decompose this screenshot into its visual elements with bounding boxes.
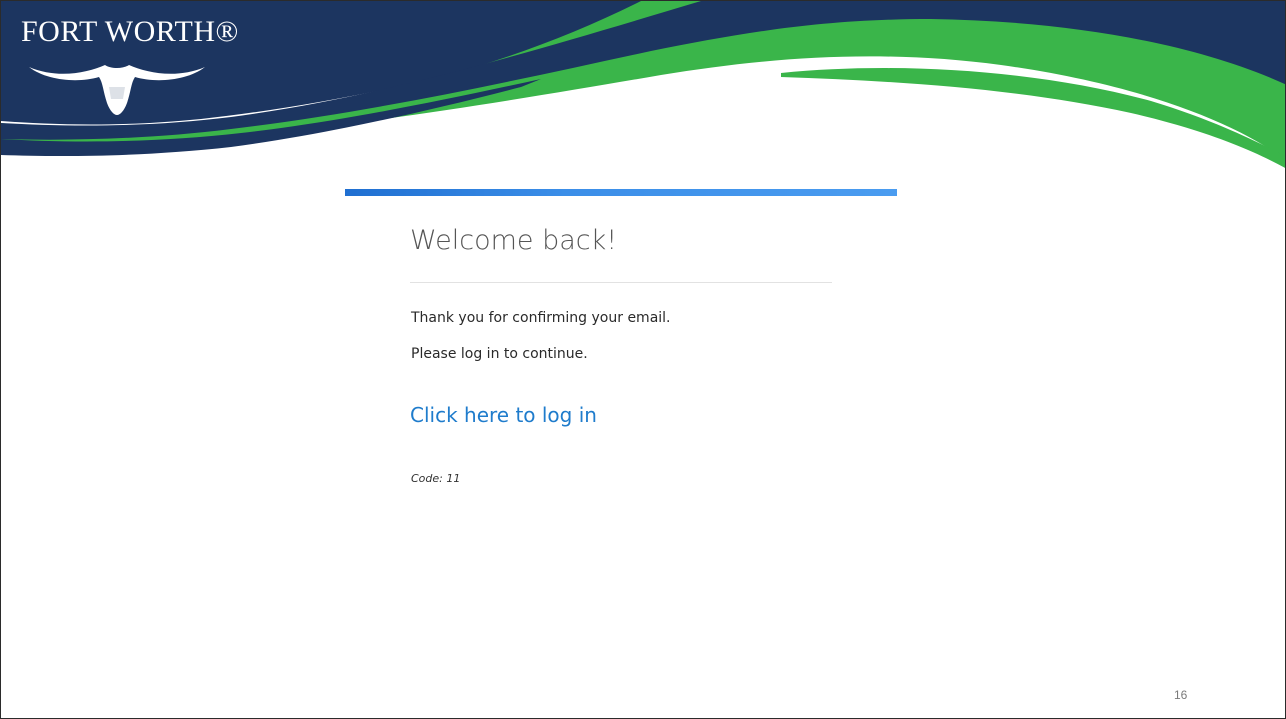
slide: FORT WORTH® Welcome back! Thank you for … — [0, 0, 1286, 719]
login-prompt: Please log in to continue. — [411, 346, 588, 362]
card-accent-bar — [345, 189, 897, 196]
logo-text: FORT WORTH® — [21, 15, 239, 48]
longhorn-icon — [29, 65, 205, 115]
fort-worth-logo: FORT WORTH® — [21, 15, 241, 115]
welcome-card: Welcome back! Thank you for confirming y… — [345, 189, 897, 509]
title-divider — [410, 282, 832, 283]
login-link[interactable]: Click here to log in — [410, 403, 597, 427]
welcome-title: Welcome back! — [410, 225, 618, 256]
status-code: Code: 11 — [411, 472, 461, 485]
page-number: 16 — [1174, 688, 1188, 702]
confirmation-message: Thank you for confirming your email. — [411, 310, 671, 326]
